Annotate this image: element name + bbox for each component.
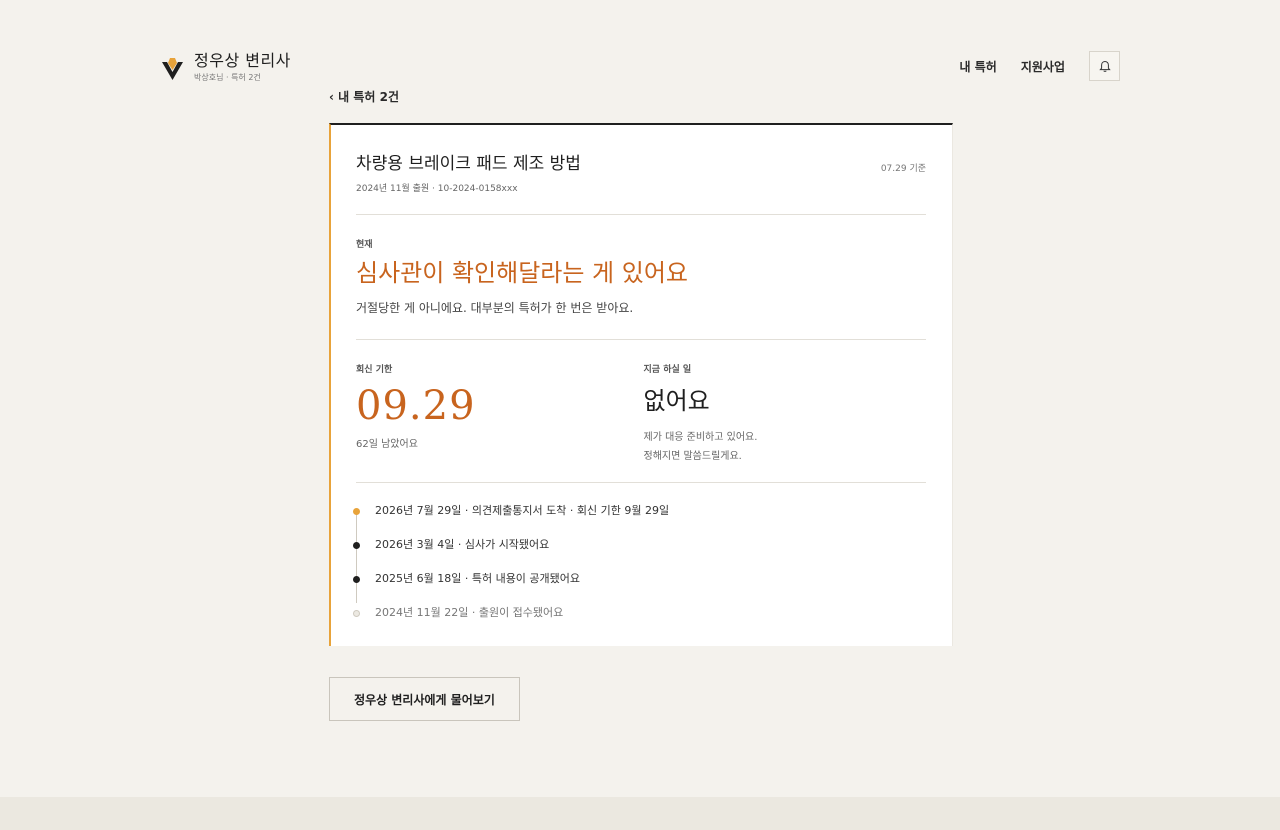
timeline-dot-future xyxy=(353,610,360,617)
timeline-item: 2024년 11월 22일 · 출원이 접수됐어요 xyxy=(353,603,926,637)
bell-icon xyxy=(1098,60,1111,72)
todo-label: 지금 하실 일 xyxy=(643,365,692,375)
patent-title: 차량용 브레이크 패드 제조 방법 xyxy=(356,154,581,174)
status-section: 현재 심사관이 확인해달라는 게 있어요 거절당한 게 아니에요. 대부분의 특… xyxy=(356,215,926,316)
notifications-button[interactable] xyxy=(1089,51,1120,81)
deadline-todo-section: 회신 기한 09.29 62일 남았어요 지금 하실 일 없어요 제가 대응 준… xyxy=(356,340,926,482)
ask-attorney-button[interactable]: 정우상 변리사에게 물어보기 xyxy=(329,677,520,721)
status-label: 현재 xyxy=(356,240,373,250)
brand[interactable]: 정우상 변리사 박상호님 · 특허 2건 xyxy=(161,52,291,83)
deadline-value: 09.29 xyxy=(356,383,476,429)
todo-description: 제가 대응 준비하고 있어요. 정해지면 말씀드릴게요. xyxy=(644,428,927,466)
patent-header: 차량용 브레이크 패드 제조 방법 2024년 11월 출원 · 10-2024… xyxy=(356,153,926,194)
todo-column: 지금 하실 일 없어요 제가 대응 준비하고 있어요. 정해지면 말씀드릴게요. xyxy=(639,362,927,482)
timeline-text: 2026년 3월 4일 · 심사가 시작됐어요 xyxy=(375,538,550,551)
status-description: 거절당한 게 아니에요. 대부분의 특허가 한 번은 받아요. xyxy=(356,301,634,315)
as-of-date: 07.29 기준 xyxy=(880,164,926,174)
footer xyxy=(0,797,1280,830)
deadline-column: 회신 기한 09.29 62일 남았어요 xyxy=(356,362,639,482)
brand-logo-icon xyxy=(162,58,183,80)
todo-description-line: 정해지면 말씀드릴게요. xyxy=(643,451,742,462)
brand-name: 정우상 변리사 xyxy=(194,51,291,70)
todo-description-line: 제가 대응 준비하고 있어요. xyxy=(643,432,758,443)
timeline-text: 2025년 6월 18일 · 특허 내용이 공개됐어요 xyxy=(375,572,581,585)
top-nav: 내 특허 지원사업 xyxy=(960,51,1120,81)
brand-subtitle: 박상호님 · 특허 2건 xyxy=(194,73,261,82)
timeline-text: 2026년 7월 29일 · 의견제출통지서 도착 · 회신 기한 9월 29일 xyxy=(375,504,670,517)
back-link[interactable]: ‹ 내 특허 2건 xyxy=(329,88,399,105)
timeline-dot-done xyxy=(353,542,360,549)
timeline-dot-done xyxy=(353,576,360,583)
timeline-text: 2024년 11월 22일 · 출원이 접수됐어요 xyxy=(375,606,564,619)
nav-my-patents[interactable]: 내 특허 xyxy=(960,58,997,75)
timeline-item: 2026년 7월 29일 · 의견제출통지서 도착 · 회신 기한 9월 29일 xyxy=(353,501,926,535)
timeline-dot-active xyxy=(353,508,360,515)
patent-card-content: 차량용 브레이크 패드 제조 방법 2024년 11월 출원 · 10-2024… xyxy=(353,125,926,637)
patent-meta: 2024년 11월 출원 · 10-2024-0158xxx xyxy=(356,184,518,194)
timeline-item: 2026년 3월 4일 · 심사가 시작됐어요 xyxy=(353,535,926,569)
deadline-label: 회신 기한 xyxy=(356,365,393,375)
timeline: 2026년 7월 29일 · 의견제출통지서 도착 · 회신 기한 9월 29일… xyxy=(353,483,926,637)
todo-value: 없어요 xyxy=(643,387,710,415)
deadline-remaining: 62일 남았어요 xyxy=(356,439,418,450)
nav-support-programs[interactable]: 지원사업 xyxy=(1021,58,1065,75)
status-headline: 심사관이 확인해달라는 게 있어요 xyxy=(356,259,689,287)
brand-text: 정우상 변리사 박상호님 · 특허 2건 xyxy=(194,52,291,83)
patent-card: 차량용 브레이크 패드 제조 방법 2024년 11월 출원 · 10-2024… xyxy=(329,123,953,646)
timeline-item: 2025년 6월 18일 · 특허 내용이 공개됐어요 xyxy=(353,569,926,603)
